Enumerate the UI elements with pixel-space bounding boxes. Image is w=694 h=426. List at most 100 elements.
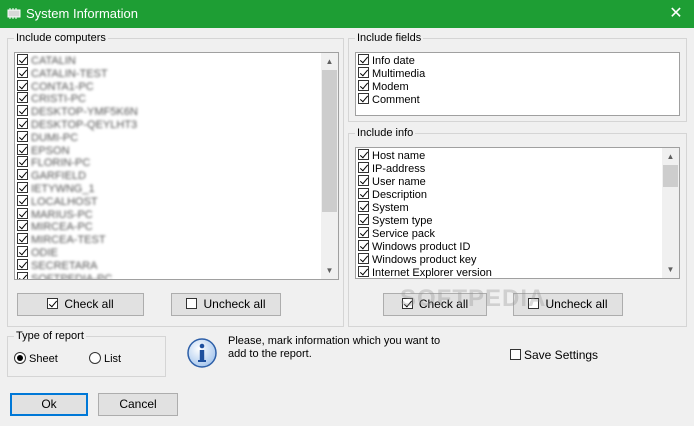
list-item[interactable]: GARFIELD: [17, 169, 86, 182]
list-item[interactable]: User name: [358, 175, 426, 188]
checked-icon[interactable]: [358, 214, 369, 225]
checked-icon[interactable]: [17, 92, 28, 104]
checked-icon[interactable]: [17, 182, 28, 193]
checked-icon[interactable]: [17, 271, 28, 279]
list-item[interactable]: DESKTOP-QEYLHT3: [17, 118, 137, 131]
scroll-thumb[interactable]: [322, 70, 337, 212]
list-item[interactable]: MARIUS-PC: [17, 207, 93, 221]
list-item[interactable]: MIRCEA-PC: [17, 220, 93, 233]
checked-icon[interactable]: [17, 143, 28, 155]
list-item[interactable]: Windows product key: [358, 253, 477, 266]
list-item[interactable]: Comment: [358, 93, 420, 106]
list-item[interactable]: CONTA1-PC: [17, 79, 94, 93]
checked-icon[interactable]: [17, 54, 28, 65]
list-item[interactable]: SECRETARA: [17, 258, 98, 272]
checked-icon[interactable]: [17, 156, 28, 168]
list-item[interactable]: Host name: [358, 149, 425, 162]
computers-uncheck-all-button[interactable]: Uncheck all: [171, 293, 281, 316]
list-item[interactable]: IP-address: [358, 162, 425, 175]
checked-icon[interactable]: [358, 54, 369, 65]
list-item[interactable]: Service pack: [358, 227, 435, 240]
checked-icon[interactable]: [17, 66, 28, 78]
checked-icon[interactable]: [17, 130, 28, 142]
check-all-label: Check all: [418, 297, 469, 311]
radio-sheet[interactable]: Sheet: [14, 352, 58, 365]
checked-icon[interactable]: [17, 258, 28, 270]
scroll-up-icon[interactable]: ▲: [321, 53, 338, 70]
list-item-label: CONTA1-PC: [31, 80, 94, 93]
list-item[interactable]: CATALIN-TEST: [17, 66, 108, 80]
checked-icon[interactable]: [358, 149, 369, 160]
computers-list[interactable]: CATALIN CATALIN-TEST CONTA1-PC CRISTI-PC DES…: [14, 52, 339, 280]
list-item[interactable]: Multimedia: [358, 67, 425, 80]
checked-icon[interactable]: [17, 194, 28, 206]
checked-icon[interactable]: [358, 162, 369, 173]
list-item[interactable]: System: [358, 201, 409, 214]
ok-button[interactable]: Ok: [10, 393, 88, 416]
list-item[interactable]: DESKTOP-YMF5K6N: [17, 105, 138, 118]
checked-icon[interactable]: [358, 188, 369, 199]
checked-icon[interactable]: [358, 240, 369, 251]
checked-icon[interactable]: [17, 220, 28, 232]
list-item[interactable]: SOFTPEDIA-PC: [17, 271, 112, 279]
checked-icon[interactable]: [358, 93, 369, 104]
info-scrollbar[interactable]: ▲ ▼: [662, 148, 679, 278]
info-list[interactable]: Host name IP-address User name Description S…: [355, 147, 680, 279]
checked-icon[interactable]: [358, 80, 369, 91]
computers-check-all-button[interactable]: Check all: [17, 293, 144, 316]
fields-list[interactable]: Info date Multimedia Modem Comment: [355, 52, 680, 116]
list-item[interactable]: LOCALHOST: [17, 194, 98, 208]
checked-icon[interactable]: [358, 266, 369, 277]
list-item-label: EPSON: [31, 144, 70, 157]
scroll-down-icon[interactable]: ▼: [662, 261, 679, 278]
scroll-down-icon[interactable]: ▼: [321, 262, 338, 279]
list-item-label: DESKTOP-YMF5K6N: [31, 106, 138, 119]
checked-icon[interactable]: [17, 169, 28, 181]
list-item[interactable]: Modem: [358, 80, 409, 93]
radio-list[interactable]: List: [89, 352, 121, 365]
checked-icon[interactable]: [17, 207, 28, 219]
close-icon[interactable]: ✕: [658, 0, 694, 28]
info-check-all-button[interactable]: Check all: [383, 293, 487, 316]
list-item-label: Modem: [372, 81, 409, 93]
list-item[interactable]: Windows product ID: [358, 240, 470, 253]
list-item[interactable]: MIRCEA-TEST: [17, 233, 106, 246]
checked-icon[interactable]: [358, 175, 369, 186]
list-item[interactable]: DUMI-PC: [17, 130, 78, 144]
checked-icon[interactable]: [358, 253, 369, 264]
list-item[interactable]: Internet Explorer version: [358, 266, 492, 279]
info-uncheck-all-button[interactable]: Uncheck all: [513, 293, 623, 316]
computers-scrollbar[interactable]: ▲ ▼: [321, 53, 338, 279]
list-item-label: FLORIN-PC: [31, 157, 91, 170]
list-item[interactable]: ODIE: [17, 246, 58, 259]
list-item[interactable]: CATALIN: [17, 54, 76, 67]
list-item[interactable]: Info date: [358, 54, 415, 67]
type-of-report-label: Type of report: [14, 329, 86, 343]
checked-icon[interactable]: [17, 233, 28, 245]
list-item-label: IETYWNG_1: [31, 183, 95, 195]
info-icon: [187, 338, 217, 368]
list-item[interactable]: System type: [358, 214, 433, 227]
checked-icon[interactable]: [17, 118, 28, 129]
list-item[interactable]: Description: [358, 188, 427, 201]
cancel-button[interactable]: Cancel: [98, 393, 178, 416]
list-item[interactable]: IETYWNG_1: [17, 182, 95, 195]
save-settings-checkbox[interactable]: Save Settings: [510, 348, 598, 362]
scroll-thumb[interactable]: [663, 165, 678, 187]
checked-icon[interactable]: [358, 201, 369, 212]
scroll-up-icon[interactable]: ▲: [662, 148, 679, 165]
list-item[interactable]: EPSON: [17, 143, 70, 157]
list-item[interactable]: CRISTI-PC: [17, 92, 86, 105]
list-item[interactable]: FLORIN-PC: [17, 156, 90, 169]
checked-icon[interactable]: [17, 105, 28, 117]
checked-icon[interactable]: [358, 67, 369, 78]
checked-icon[interactable]: [17, 246, 28, 257]
list-item-label: Internet Explorer version: [372, 267, 492, 279]
list-item-label: CATALIN-TEST: [31, 67, 108, 80]
include-computers-group: Include computers CATALIN CATALIN-TEST CON…: [7, 31, 344, 327]
checked-icon[interactable]: [17, 79, 28, 91]
list-item-label: ODIE: [31, 247, 58, 259]
uncheck-all-label: Uncheck all: [545, 297, 608, 311]
checked-icon[interactable]: [358, 227, 369, 238]
list-item-label: SECRETARA: [31, 259, 98, 272]
